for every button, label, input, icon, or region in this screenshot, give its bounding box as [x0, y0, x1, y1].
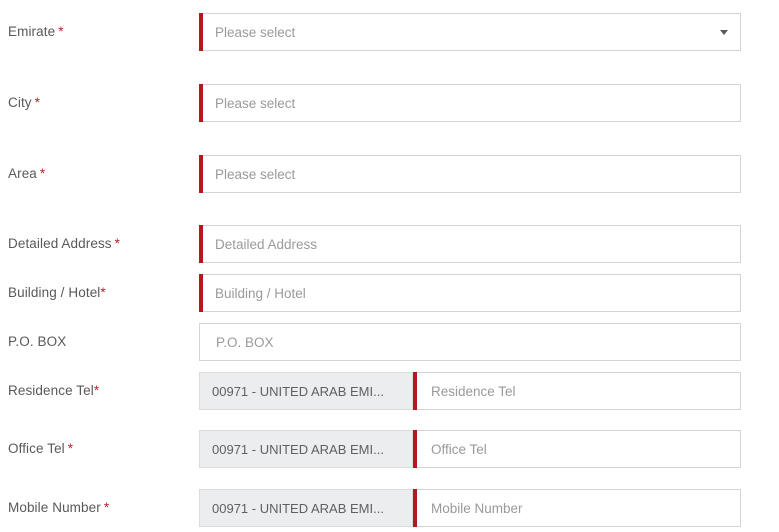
input-po-box[interactable]: P.O. BOX	[199, 323, 741, 361]
label-area: Area *	[8, 155, 45, 193]
label-building-hotel: Building / Hotel*	[8, 274, 106, 312]
required-asterisk-building-hotel: *	[100, 285, 106, 300]
input-detailed-address[interactable]: Detailed Address	[199, 225, 741, 263]
form-row-detailed-address: Detailed Address * Detailed Address	[0, 225, 779, 263]
required-asterisk-emirate: *	[58, 24, 64, 39]
required-indicator-detailed-address	[199, 225, 203, 263]
label-text-mobile-number: Mobile Number	[8, 500, 101, 515]
select-area[interactable]: Please select	[199, 155, 741, 193]
placeholder-detailed-address: Detailed Address	[215, 237, 318, 252]
required-asterisk-office-tel: *	[67, 441, 74, 456]
required-asterisk-city: *	[34, 95, 41, 110]
country-code-value-mobile-number: 00971 - UNITED ARAB EMI...	[212, 501, 384, 516]
form-row-building-hotel: Building / Hotel* Building / Hotel	[0, 274, 779, 312]
input-office-tel[interactable]: Office Tel	[417, 430, 741, 468]
label-text-residence-tel: Residence Tel	[8, 383, 94, 398]
label-mobile-number: Mobile Number *	[8, 489, 109, 527]
form-row-mobile-number: Mobile Number * 00971 - UNITED ARAB EMI...…	[0, 489, 779, 527]
label-text-emirate: Emirate	[8, 24, 56, 39]
required-indicator-city	[199, 84, 203, 122]
label-text-building-hotel: Building / Hotel	[8, 285, 101, 300]
required-asterisk-residence-tel: *	[93, 383, 100, 398]
selected-value-emirate: Please select	[215, 25, 296, 40]
label-emirate: Emirate *	[8, 13, 64, 51]
select-city[interactable]: Please select	[199, 84, 741, 122]
form-row-emirate: Emirate * Please select	[0, 13, 779, 51]
country-code-select-residence-tel[interactable]: 00971 - UNITED ARAB EMI...	[199, 372, 413, 410]
label-text-city: City	[8, 95, 32, 110]
country-code-select-mobile-number[interactable]: 00971 - UNITED ARAB EMI...	[199, 489, 413, 527]
required-indicator-residence-tel	[413, 372, 417, 410]
form-row-po-box: P.O. BOX P.O. BOX	[0, 323, 779, 361]
required-asterisk-area: *	[39, 166, 46, 181]
required-indicator-emirate	[199, 13, 203, 51]
input-building-hotel[interactable]: Building / Hotel	[199, 274, 741, 312]
country-code-value-office-tel: 00971 - UNITED ARAB EMI...	[212, 442, 384, 457]
country-code-select-office-tel[interactable]: 00971 - UNITED ARAB EMI...	[199, 430, 413, 468]
form-row-city: City * Please select	[0, 84, 779, 122]
label-residence-tel: Residence Tel*	[8, 372, 99, 410]
required-asterisk-detailed-address: *	[114, 236, 121, 251]
placeholder-po-box: P.O. BOX	[216, 335, 274, 350]
placeholder-residence-tel: Residence Tel	[431, 384, 516, 399]
label-office-tel: Office Tel *	[8, 430, 73, 468]
input-mobile-number[interactable]: Mobile Number	[417, 489, 741, 527]
form-row-residence-tel: Residence Tel* 00971 - UNITED ARAB EMI...…	[0, 372, 779, 410]
required-indicator-office-tel	[413, 430, 417, 468]
label-text-area: Area	[8, 166, 37, 181]
address-form: Emirate * Please select City * Please select A…	[0, 0, 779, 532]
label-text-po-box: P.O. BOX	[8, 334, 67, 349]
chevron-down-icon[interactable]	[720, 30, 728, 35]
label-po-box: P.O. BOX	[8, 323, 66, 361]
form-row-area: Area * Please select	[0, 155, 779, 193]
placeholder-office-tel: Office Tel	[431, 442, 487, 457]
selected-value-area: Please select	[215, 167, 296, 182]
label-text-detailed-address: Detailed Address	[8, 236, 112, 251]
form-row-office-tel: Office Tel * 00971 - UNITED ARAB EMI... Off…	[0, 430, 779, 468]
placeholder-mobile-number: Mobile Number	[431, 501, 523, 516]
label-text-office-tel: Office Tel	[8, 441, 65, 456]
required-indicator-area	[199, 155, 203, 193]
placeholder-building-hotel: Building / Hotel	[215, 286, 306, 301]
label-detailed-address: Detailed Address *	[8, 225, 120, 263]
selected-value-city: Please select	[215, 96, 296, 111]
required-indicator-building-hotel	[199, 274, 203, 312]
required-indicator-mobile-number	[413, 489, 417, 527]
select-emirate[interactable]: Please select	[199, 13, 741, 51]
input-residence-tel[interactable]: Residence Tel	[417, 372, 741, 410]
label-city: City *	[8, 84, 40, 122]
country-code-value-residence-tel: 00971 - UNITED ARAB EMI...	[212, 384, 384, 399]
required-asterisk-mobile-number: *	[103, 500, 110, 515]
